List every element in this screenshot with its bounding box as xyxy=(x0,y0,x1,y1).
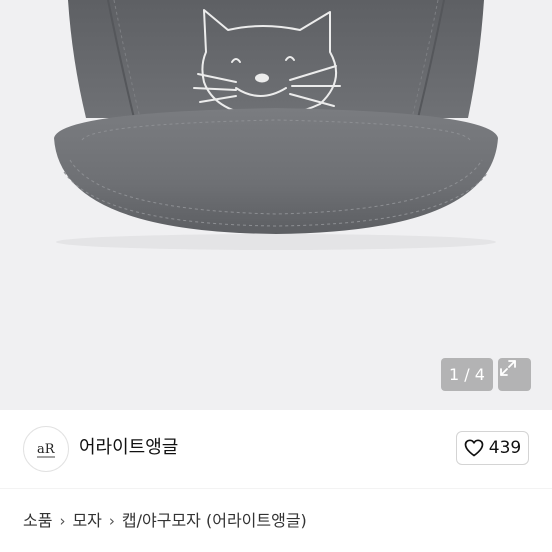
like-count: 439 xyxy=(488,438,522,458)
breadcrumb-item-accessories[interactable]: 소품 xyxy=(23,510,52,532)
heart-icon xyxy=(464,439,484,457)
like-button[interactable]: 439 xyxy=(456,431,529,465)
chevron-right-icon: › xyxy=(59,512,66,530)
image-page-counter: 1 / 4 xyxy=(441,358,493,391)
cat-cap-image xyxy=(54,0,498,250)
breadcrumb-item-hats[interactable]: 모자 xyxy=(72,510,101,532)
breadcrumb-item-caps[interactable]: 캡/야구모자 (어라이트앵글) xyxy=(122,510,307,532)
expand-image-button[interactable] xyxy=(498,358,531,391)
breadcrumb: 소품 › 모자 › 캡/야구모자 (어라이트앵글) xyxy=(23,510,307,532)
product-image-gallery[interactable]: 1 / 4 xyxy=(0,0,552,410)
shop-logo-icon: aR xyxy=(37,442,56,458)
shop-avatar[interactable]: aR xyxy=(23,426,69,472)
expand-icon xyxy=(500,360,516,376)
section-divider xyxy=(0,488,552,489)
svg-text:aR: aR xyxy=(37,442,56,457)
shop-name[interactable]: 어라이트앵글 xyxy=(79,436,178,460)
chevron-right-icon: › xyxy=(108,512,115,530)
